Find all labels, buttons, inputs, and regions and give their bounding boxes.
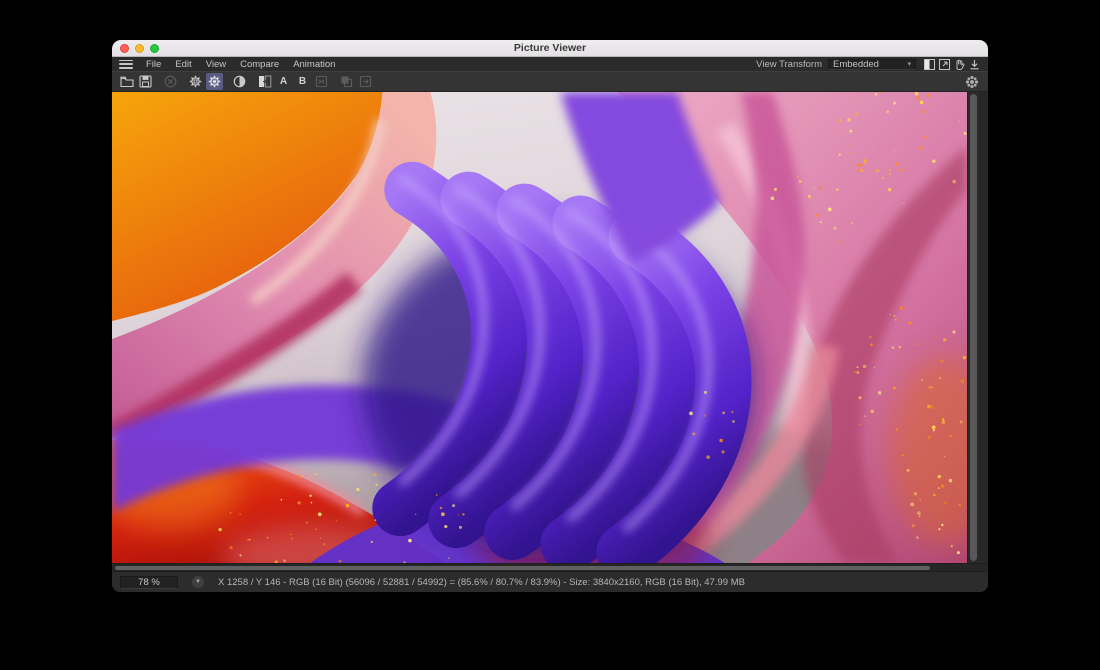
toolbar: A B xyxy=(112,71,988,92)
export-arrow-icon xyxy=(359,75,372,88)
download-icon[interactable] xyxy=(969,59,980,70)
menu-file[interactable]: File xyxy=(139,59,168,70)
horizontal-scrollbar[interactable] xyxy=(112,563,988,571)
copy-image-button[interactable] xyxy=(338,73,355,90)
menu-compare[interactable]: Compare xyxy=(233,59,286,70)
render-settings-button[interactable] xyxy=(187,73,204,90)
gear-lines-icon xyxy=(208,75,221,88)
copy-icon xyxy=(340,75,353,88)
contrast-button[interactable] xyxy=(231,73,248,90)
set-b-button[interactable]: B xyxy=(294,73,311,90)
right-gutter xyxy=(979,92,988,563)
contrast-icon xyxy=(233,75,246,88)
a-label: A xyxy=(280,76,287,87)
zoom-level-field[interactable]: 78 % xyxy=(120,576,178,589)
chevron-down-icon: ▼ xyxy=(195,579,201,585)
swap-ab-icon xyxy=(315,75,328,88)
picture-viewer-window: Picture Viewer File Edit View Compare An… xyxy=(112,40,988,592)
pan-hand-icon[interactable] xyxy=(954,59,965,70)
pixel-info-text: X 1258 / Y 146 - RGB (16 Bit) (56096 / 5… xyxy=(218,577,745,588)
view-transform-value: Embedded xyxy=(833,59,907,70)
open-file-button[interactable] xyxy=(118,73,135,90)
artwork xyxy=(112,92,967,563)
ab-panels-icon xyxy=(258,75,272,88)
chevron-down-icon: ▾ xyxy=(907,60,911,68)
vertical-scrollbar-thumb[interactable] xyxy=(970,94,977,561)
minimize-button[interactable] xyxy=(135,44,144,53)
zoom-window-button[interactable] xyxy=(150,44,159,53)
traffic-lights xyxy=(120,44,159,53)
open-in-new-window-icon[interactable] xyxy=(939,59,950,70)
menu-view[interactable]: View xyxy=(199,59,233,70)
ab-compare-button[interactable] xyxy=(256,73,273,90)
b-label: B xyxy=(299,76,306,87)
vertical-scrollbar[interactable] xyxy=(967,92,979,563)
folder-icon xyxy=(120,76,134,88)
split-view-icon[interactable] xyxy=(924,59,935,70)
horizontal-scrollbar-thumb[interactable] xyxy=(115,566,930,570)
cancel-render-button[interactable] xyxy=(162,73,179,90)
menu-animation[interactable]: Animation xyxy=(286,59,342,70)
menu-edit[interactable]: Edit xyxy=(168,59,198,70)
floppy-icon xyxy=(139,75,152,88)
swap-ab-button[interactable] xyxy=(313,73,330,90)
node-settings-button[interactable] xyxy=(963,73,980,90)
cancel-circle-icon xyxy=(164,75,177,88)
view-transform-label: View Transform xyxy=(756,59,822,70)
hamburger-menu-icon[interactable] xyxy=(119,60,133,69)
export-image-button[interactable] xyxy=(357,73,374,90)
set-a-button[interactable]: A xyxy=(275,73,292,90)
gear-flower-icon xyxy=(965,75,979,89)
close-button[interactable] xyxy=(120,44,129,53)
gear-square-icon xyxy=(189,75,202,88)
view-transform-dropdown[interactable]: Embedded ▾ xyxy=(828,59,916,70)
title-bar: Picture Viewer xyxy=(112,40,988,57)
save-button[interactable] xyxy=(137,73,154,90)
image-canvas[interactable] xyxy=(112,92,967,563)
viewport xyxy=(112,92,988,563)
zoom-dropdown-button[interactable]: ▼ xyxy=(192,576,204,588)
display-settings-button[interactable] xyxy=(206,73,223,90)
menu-bar: File Edit View Compare Animation View Tr… xyxy=(112,57,988,71)
status-bar: 78 % ▼ X 1258 / Y 146 - RGB (16 Bit) (56… xyxy=(112,571,988,592)
window-title: Picture Viewer xyxy=(112,42,988,54)
